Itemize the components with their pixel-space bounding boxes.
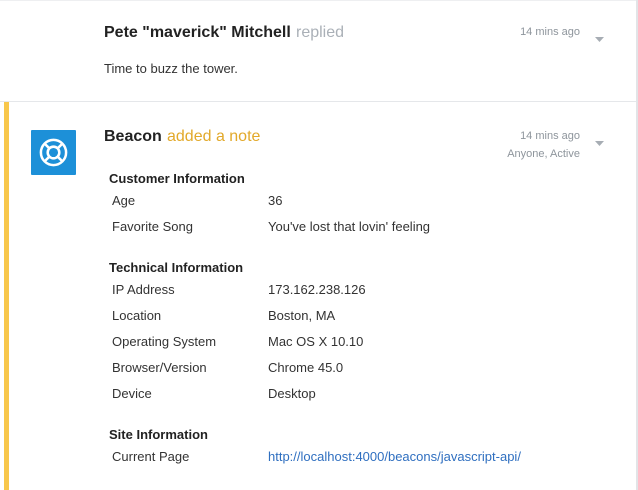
field-value: Boston, MA	[268, 308, 336, 323]
field-value: Chrome 45.0	[268, 360, 344, 375]
lifebuoy-icon	[39, 138, 68, 167]
note-author: Beacon	[104, 128, 162, 145]
section-title-site: Site Information	[109, 427, 208, 442]
section-title-customer: Customer Information	[109, 171, 245, 186]
field-value: Desktop	[268, 386, 316, 401]
reply-author: Pete "maverick" Mitchell	[104, 24, 291, 41]
note-visibility: Anyone, Active	[507, 148, 580, 160]
thread-item-note: Beacon added a note 14 mins ago Anyone, …	[0, 102, 636, 490]
field-value: You've lost that lovin' feeling	[268, 219, 431, 234]
reply-body: Time to buzz the tower.	[104, 61, 238, 76]
chevron-down-icon[interactable]	[595, 30, 604, 48]
field-label: Location	[112, 308, 162, 323]
field-label: Current Page	[112, 449, 190, 464]
field-label: Favorite Song	[112, 219, 193, 234]
chevron-down-icon[interactable]	[595, 134, 604, 152]
field-label: IP Address	[112, 282, 175, 297]
thread-item-reply: Pete "maverick" Mitchell replied 14 mins…	[0, 0, 636, 101]
note-accent-bar	[4, 102, 9, 490]
section-title-technical: Technical Information	[109, 260, 244, 275]
field-value: 36	[268, 193, 283, 208]
field-value: Mac OS X 10.10	[268, 334, 364, 349]
field-label: Operating System	[112, 334, 217, 349]
field-value: 173.162.238.126	[268, 282, 366, 297]
reply-action: replied	[296, 24, 345, 41]
avatar	[31, 130, 76, 175]
reply-timestamp: 14 mins ago	[520, 26, 580, 38]
note-timestamp: 14 mins ago	[520, 130, 580, 142]
note-action: added a note	[167, 128, 261, 145]
field-label: Age	[112, 193, 136, 208]
field-label: Device	[112, 386, 152, 401]
field-label: Browser/Version	[112, 360, 207, 375]
current-page-link[interactable]: http://localhost:4000/beacons/javascript…	[268, 449, 521, 464]
